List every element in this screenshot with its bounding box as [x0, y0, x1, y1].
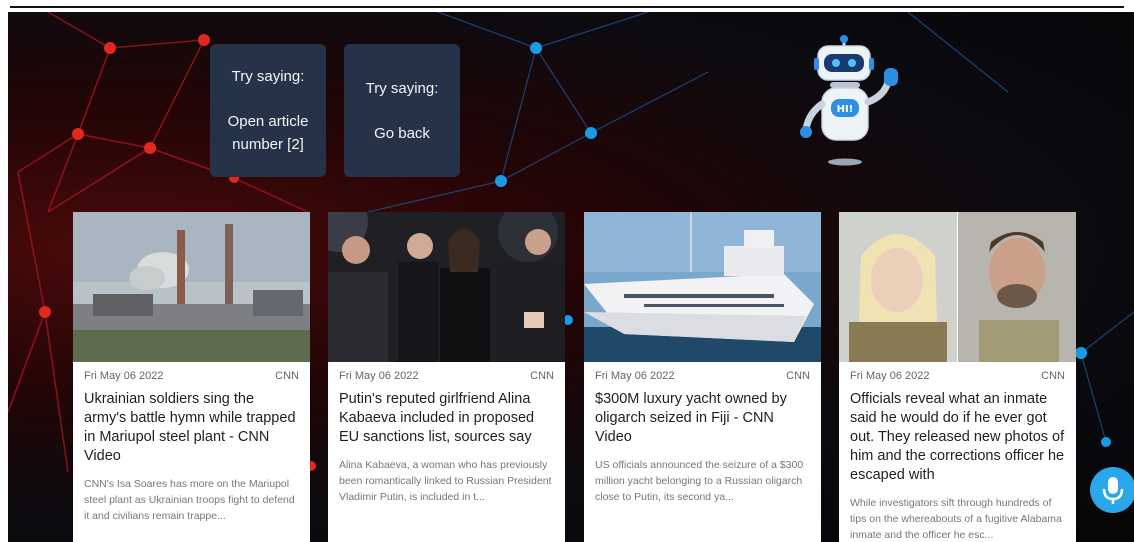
- article-source: CNN: [530, 370, 554, 382]
- robot-badge-text: HI!: [837, 104, 854, 115]
- article-description: While investigators sift through hundred…: [850, 497, 1062, 541]
- article-title[interactable]: $300M luxury yacht owned by oligarch sei…: [584, 382, 821, 447]
- article-image-yacht: [584, 212, 821, 362]
- hint-heading: Try saying:: [365, 79, 439, 97]
- article-source: CNN: [1041, 370, 1065, 382]
- article-description: CNN's Isa Soares has more on the Mariupo…: [84, 478, 295, 522]
- article-image-crowd: [328, 212, 565, 362]
- article-date: Fri May 06 2022: [850, 370, 930, 382]
- article-image-steel-plant: [73, 212, 310, 362]
- article-card[interactable]: Fri May 06 2022 CNN $300M luxury yacht o…: [584, 212, 821, 542]
- microphone-button[interactable]: [1090, 467, 1134, 513]
- article-card[interactable]: Fri May 06 2022 CNN Putin's reputed girl…: [328, 212, 565, 542]
- top-border: [0, 0, 1134, 12]
- article-title[interactable]: Officials reveal what an inmate said he …: [839, 382, 1076, 485]
- article-description: Alina Kabaeva, a woman who has previousl…: [339, 459, 552, 503]
- article-image-portraits: [839, 212, 1076, 362]
- app-background: Try saying: Open article number [2] Try …: [8, 12, 1134, 542]
- article-date: Fri May 06 2022: [84, 370, 164, 382]
- article-card[interactable]: Fri May 06 2022 CNN Officials reveal wha…: [839, 212, 1076, 542]
- hint-command: Go back: [374, 124, 430, 142]
- article-date: Fri May 06 2022: [595, 370, 675, 382]
- hint-card-open-article: Try saying: Open article number [2]: [210, 44, 326, 177]
- hint-command: Open article number [2]: [227, 113, 309, 153]
- article-description: US officials announced the seizure of a …: [595, 459, 804, 503]
- article-date: Fri May 06 2022: [339, 370, 419, 382]
- article-source: CNN: [275, 370, 299, 382]
- article-title[interactable]: Putin's reputed girlfriend Alina Kabaeva…: [328, 382, 565, 447]
- hint-heading: Try saying:: [231, 68, 305, 85]
- article-card[interactable]: Fri May 06 2022 CNN Ukrainian soldiers s…: [73, 212, 310, 542]
- article-source: CNN: [786, 370, 810, 382]
- hint-card-go-back: Try saying: Go back: [344, 44, 460, 177]
- microphone-icon: [1102, 477, 1124, 504]
- robot-icon: HI!: [800, 35, 898, 166]
- article-title[interactable]: Ukrainian soldiers sing the army's battl…: [73, 382, 310, 466]
